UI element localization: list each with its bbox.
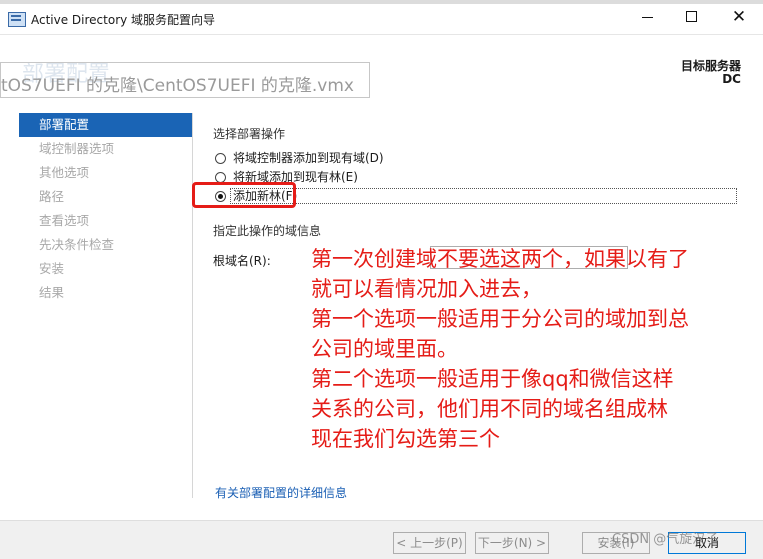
nav-divider [192,113,193,498]
window-title: Active Directory 域服务配置向导 [31,13,216,27]
target-server-value: DC [722,72,741,86]
vm-path-text: tOS7UEFI 的克隆\CentOS7UEFI 的克隆.vmx [1,76,354,96]
focus-rectangle [230,188,737,204]
previous-button[interactable]: < 上一步(P) [393,532,466,554]
annotation-line: 公司的域里面。 [311,337,458,361]
step-prerequisites-check: 先决条件检查 [39,237,115,252]
close-button[interactable]: ✕ [717,4,761,30]
root-domain-label: 根域名(R): [213,254,271,268]
annotation-line: 现在我们勾选第三个 [311,427,500,451]
maximize-button[interactable] [669,4,713,30]
step-dc-options: 域控制器选项 [39,141,115,156]
annotation-line: 就可以看情况加入进去， [311,277,542,301]
annotation-line: 第二个选项一般适用于像qq和微信这样 [311,367,674,391]
step-paths: 路径 [39,189,65,204]
server-manager-icon [8,12,26,27]
minimize-button[interactable] [626,4,670,30]
vm-path-overlay: tOS7UEFI 的克隆\CentOS7UEFI 的克隆.vmx [0,62,370,98]
radio-label: 将域控制器添加到现有域(D) [233,151,384,165]
step-additional-options: 其他选项 [39,165,90,180]
wizard-steps: 部署配置 域控制器选项 其他选项 路径 查看选项 先决条件检查 安装 结果 [19,113,193,305]
next-button[interactable]: 下一步(N) > [475,532,549,554]
option-add-dc-to-existing-domain[interactable]: 将域控制器添加到现有域(D) [213,149,743,168]
deployment-section-title: 选择部署操作 [213,127,286,141]
annotation-highlight-box [192,182,296,208]
close-icon: ✕ [731,7,747,27]
annotation-line: 第一个选项一般适用于分公司的域加到总 [311,307,689,331]
details-link[interactable]: 有关部署配置的详细信息 [215,484,347,501]
domain-info-title: 指定此操作的域信息 [213,224,322,238]
watermark: CSDN @气旋汉子 [612,532,719,547]
step-review-options: 查看选项 [39,213,90,228]
annotation-line: 第一次创建域不要选这两个，如果以有了 [311,247,689,271]
step-installation: 安装 [39,261,65,276]
annotation-line: 关系的公司，他们用不同的域名组成林 [311,397,668,421]
step-deployment-config[interactable]: 部署配置 [19,113,193,137]
radio-button[interactable] [215,153,226,164]
annotation-text: 第一次创建域不要选这两个，如果以有了 就可以看情况加入进去， 第一个选项一般适用… [311,244,761,454]
step-results: 结果 [39,285,65,300]
